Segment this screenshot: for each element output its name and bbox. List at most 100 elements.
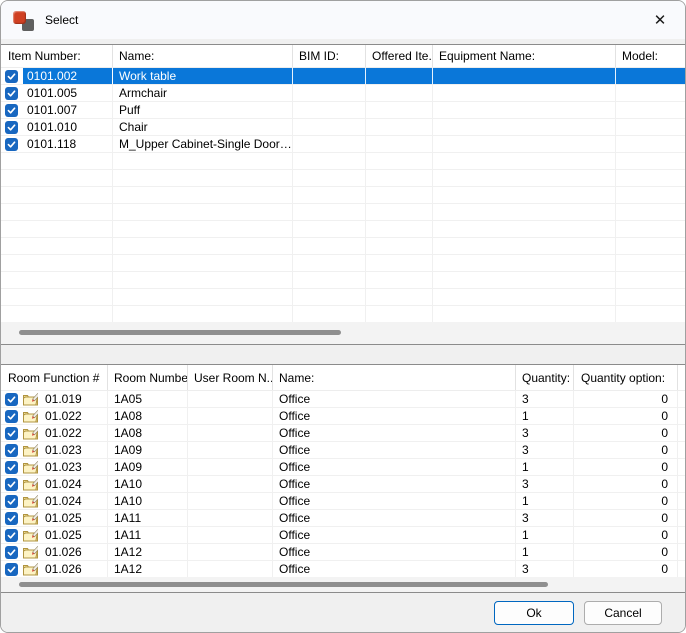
cell-user-room-name[interactable] — [188, 527, 273, 543]
cell-user-room-name[interactable] — [188, 510, 273, 526]
cell-quantity[interactable]: 1 — [516, 408, 574, 424]
col-header-bim-id[interactable]: BIM ID: — [293, 45, 366, 67]
cell-equipment-name[interactable] — [433, 68, 616, 84]
cancel-button[interactable]: Cancel — [584, 601, 662, 625]
table-row-room[interactable]: 01.024 1A10 Office 1 0 — [1, 493, 685, 510]
cell-equipment-name[interactable] — [433, 136, 616, 152]
col-header-quantity-option[interactable]: Quantity option: — [574, 365, 678, 390]
cell-room-number[interactable]: 1A10 — [108, 493, 188, 509]
cell-user-room-name[interactable] — [188, 408, 273, 424]
cell-offered-item[interactable] — [366, 119, 433, 135]
cell-user-room-name[interactable] — [188, 544, 273, 560]
table-row-item[interactable]: 0101.010 Chair — [1, 119, 685, 136]
table-row-room[interactable]: 01.023 1A09 Office 1 0 — [1, 459, 685, 476]
cell-quantity-option[interactable]: 0 — [574, 408, 678, 424]
cell-user-room-name[interactable] — [188, 476, 273, 492]
cell-room-name[interactable]: Office — [273, 561, 516, 577]
cell-model[interactable] — [616, 68, 685, 84]
cell-quantity[interactable]: 3 — [516, 476, 574, 492]
cell-bim-id[interactable] — [293, 119, 366, 135]
table-row-room[interactable]: 01.026 1A12 Office 1 0 — [1, 544, 685, 561]
cell-model[interactable] — [616, 136, 685, 152]
ok-button[interactable]: Ok — [494, 601, 574, 625]
table-row-room[interactable]: 01.019 1A05 Office 3 0 — [1, 391, 685, 408]
table-row-item[interactable]: 0101.007 Puff — [1, 102, 685, 119]
cell-bim-id[interactable] — [293, 102, 366, 118]
table-row-item[interactable]: 0101.005 Armchair — [1, 85, 685, 102]
cell-model[interactable] — [616, 85, 685, 101]
rooms-horizontal-scrollbar[interactable] — [1, 577, 685, 592]
scrollbar-thumb[interactable] — [19, 330, 341, 335]
cell-quantity[interactable]: 3 — [516, 510, 574, 526]
checkbox-checked-icon[interactable] — [5, 70, 18, 83]
cell-name[interactable]: Armchair — [113, 85, 293, 101]
cell-quantity-option[interactable]: 0 — [574, 391, 678, 407]
cell-quantity[interactable]: 1 — [516, 544, 574, 560]
checkbox-checked-icon[interactable] — [5, 121, 18, 134]
cell-room-name[interactable]: Office — [273, 510, 516, 526]
col-header-name[interactable]: Name: — [113, 45, 293, 67]
cell-user-room-name[interactable] — [188, 442, 273, 458]
checkbox-checked-icon[interactable] — [5, 512, 18, 525]
cell-room-number[interactable]: 1A11 — [108, 527, 188, 543]
cell-equipment-name[interactable] — [433, 119, 616, 135]
checkbox-checked-icon[interactable] — [5, 427, 18, 440]
cell-room-name[interactable]: Office — [273, 442, 516, 458]
scrollbar-thumb[interactable] — [19, 582, 548, 587]
checkbox-checked-icon[interactable] — [5, 478, 18, 491]
cell-room-name[interactable]: Office — [273, 527, 516, 543]
cell-offered-item[interactable] — [366, 85, 433, 101]
checkbox-checked-icon[interactable] — [5, 495, 18, 508]
table-row-room[interactable]: 01.023 1A09 Office 3 0 — [1, 442, 685, 459]
col-header-item-number[interactable]: Item Number: — [1, 45, 113, 67]
table-row-room[interactable]: 01.025 1A11 Office 1 0 — [1, 527, 685, 544]
cell-room-number[interactable]: 1A09 — [108, 442, 188, 458]
cell-user-room-name[interactable] — [188, 459, 273, 475]
cell-quantity[interactable]: 1 — [516, 459, 574, 475]
cell-user-room-name[interactable] — [188, 391, 273, 407]
cell-room-name[interactable]: Office — [273, 408, 516, 424]
cell-equipment-name[interactable] — [433, 85, 616, 101]
cell-quantity-option[interactable]: 0 — [574, 459, 678, 475]
cell-quantity[interactable]: 1 — [516, 527, 574, 543]
cell-quantity-option[interactable]: 0 — [574, 442, 678, 458]
cell-room-number[interactable]: 1A08 — [108, 408, 188, 424]
cell-room-name[interactable]: Office — [273, 476, 516, 492]
checkbox-checked-icon[interactable] — [5, 563, 18, 576]
table-row-room[interactable]: 01.022 1A08 Office 3 0 — [1, 425, 685, 442]
cell-quantity[interactable]: 3 — [516, 425, 574, 441]
cell-equipment-name[interactable] — [433, 102, 616, 118]
cell-quantity[interactable]: 3 — [516, 391, 574, 407]
cell-quantity-option[interactable]: 0 — [574, 493, 678, 509]
cell-bim-id[interactable] — [293, 136, 366, 152]
table-row-room[interactable]: 01.024 1A10 Office 3 0 — [1, 476, 685, 493]
cell-quantity[interactable]: 1 — [516, 493, 574, 509]
cell-name[interactable]: Puff — [113, 102, 293, 118]
col-header-user-room-name[interactable]: User Room N... — [188, 365, 273, 390]
cell-room-name[interactable]: Office — [273, 391, 516, 407]
col-header-equipment-name[interactable]: Equipment Name: — [433, 45, 616, 67]
cell-quantity-option[interactable]: 0 — [574, 561, 678, 577]
table-row-room[interactable]: 01.022 1A08 Office 1 0 — [1, 408, 685, 425]
col-header-model[interactable]: Model: — [616, 45, 685, 67]
cell-offered-item[interactable] — [366, 68, 433, 84]
col-header-name[interactable]: Name: — [273, 365, 516, 390]
cell-quantity-option[interactable]: 0 — [574, 544, 678, 560]
cell-quantity[interactable]: 3 — [516, 442, 574, 458]
close-icon[interactable]: ✕ — [643, 5, 677, 35]
cell-room-number[interactable]: 1A10 — [108, 476, 188, 492]
table-row-item-selected[interactable]: 0101.002 Work table — [1, 68, 685, 85]
checkbox-checked-icon[interactable] — [5, 87, 18, 100]
checkbox-checked-icon[interactable] — [5, 393, 18, 406]
cell-quantity-option[interactable]: 0 — [574, 527, 678, 543]
cell-room-number[interactable]: 1A12 — [108, 544, 188, 560]
cell-user-room-name[interactable] — [188, 493, 273, 509]
cell-room-number[interactable]: 1A05 — [108, 391, 188, 407]
cell-bim-id[interactable] — [293, 68, 366, 84]
cell-offered-item[interactable] — [366, 136, 433, 152]
col-header-offered-item[interactable]: Offered Ite... — [366, 45, 433, 67]
checkbox-checked-icon[interactable] — [5, 138, 18, 151]
cell-user-room-name[interactable] — [188, 561, 273, 577]
cell-name[interactable]: Chair — [113, 119, 293, 135]
cell-room-name[interactable]: Office — [273, 493, 516, 509]
